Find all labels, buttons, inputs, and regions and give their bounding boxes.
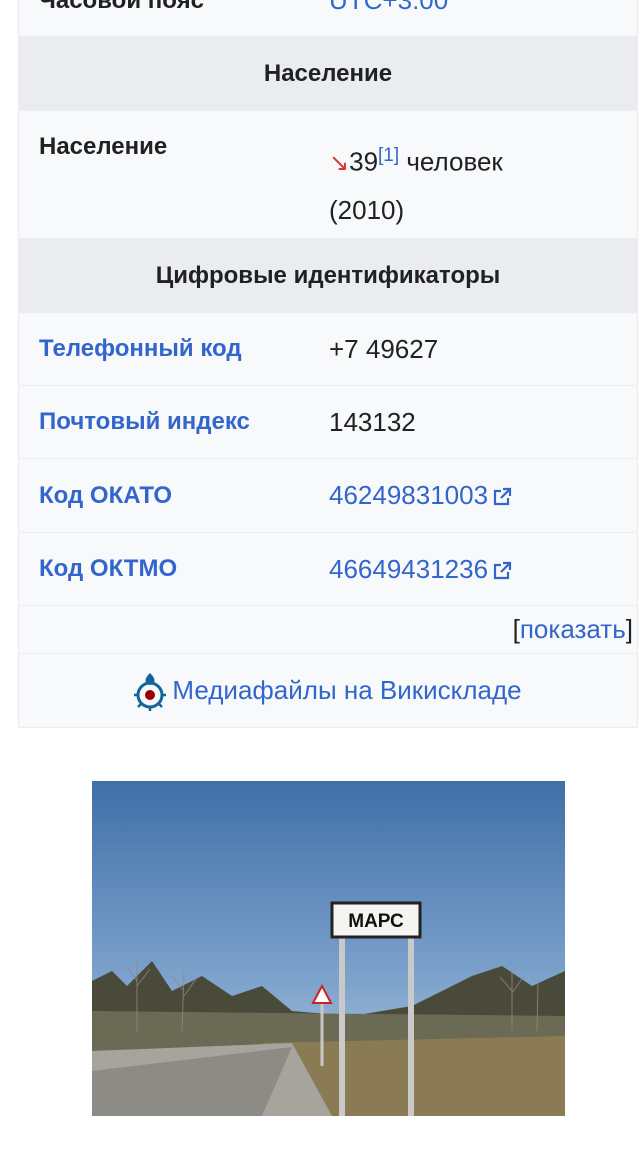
population-label: Население <box>39 133 168 160</box>
timezone-value[interactable]: UTC+3:00 <box>329 0 637 16</box>
oktmo-label-link[interactable]: Код ОКТМО <box>19 555 329 583</box>
postal-code-value: 143132 <box>329 406 416 437</box>
village-sign-photo[interactable]: МАРС <box>92 781 565 1116</box>
timezone-row: Часовой пояс UTC+3:00 <box>19 0 637 37</box>
oktmo-row: Код ОКТМО 46649431236 <box>19 533 637 606</box>
okato-label-link[interactable]: Код ОКАТО <box>19 482 329 510</box>
show-more-row: [показать] <box>19 606 637 654</box>
phone-code-value: +7 49627 <box>329 333 439 364</box>
postal-code-row: Почтовый индекс 143132 <box>19 386 637 459</box>
photo-illustration: МАРС <box>92 781 565 1116</box>
population-value: ↘39[1] человек (2010) <box>329 111 637 233</box>
commons-row: Медиафайлы на Викискладе <box>19 654 637 727</box>
sign-text: МАРС <box>348 911 404 932</box>
phone-code-row: Телефонный код +7 49627 <box>19 313 637 386</box>
wikimedia-commons-icon <box>134 672 167 711</box>
external-link-icon <box>493 561 512 579</box>
bracket-open: [ <box>512 614 520 644</box>
commons-link[interactable]: Медиафайлы на Викискладе <box>172 675 521 706</box>
bracket-close: ] <box>625 614 633 644</box>
show-more-link[interactable]: показать <box>520 614 626 645</box>
okato-value: 46249831003 <box>329 480 637 511</box>
reference-link[interactable]: [1] <box>378 145 399 166</box>
okato-row: Код ОКАТО 46249831003 <box>19 459 637 533</box>
oktmo-value: 46649431236 <box>329 554 637 585</box>
population-section-header: Население <box>19 37 637 111</box>
phone-code-label-link[interactable]: Телефонный код <box>19 335 329 363</box>
timezone-label: Часовой пояс <box>39 0 204 14</box>
okato-value-link[interactable]: 46249831003 <box>329 480 488 510</box>
decrease-trend-icon: ↘ <box>329 149 350 177</box>
postal-code-label-link[interactable]: Почтовый индекс <box>19 408 329 436</box>
identifiers-section-header: Цифровые идентификаторы <box>19 239 637 313</box>
population-year: (2010) <box>329 194 405 225</box>
infobox: Часовой пояс UTC+3:00 Население Населени… <box>18 0 638 728</box>
population-row: Население ↘39[1] человек (2010) <box>19 111 637 239</box>
population-unit: человек <box>406 146 503 177</box>
oktmo-value-link[interactable]: 46649431236 <box>329 554 488 584</box>
population-number: 39 <box>349 146 379 177</box>
external-link-icon <box>493 488 512 506</box>
